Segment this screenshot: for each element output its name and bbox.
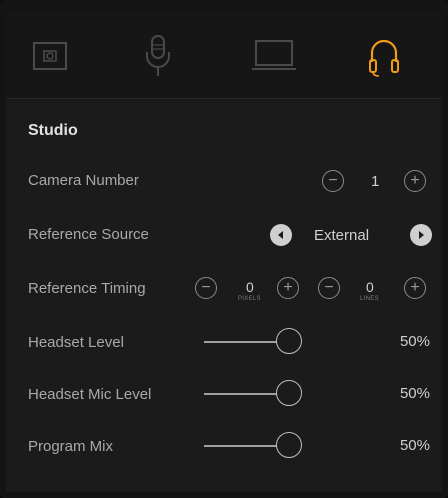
reference-source-value: External	[314, 227, 370, 244]
minus-icon: −	[324, 279, 334, 296]
program-mix-track[interactable]	[204, 445, 284, 447]
timing-lines-decrement-button[interactable]: −	[318, 277, 340, 299]
tab-bar	[6, 10, 442, 99]
tab-audio[interactable]	[134, 32, 182, 80]
timing-lines-value: 0	[366, 279, 374, 295]
timing-pixels-value: 0	[246, 279, 254, 295]
timing-lines-caption: LINES	[360, 296, 379, 302]
minus-icon: −	[328, 172, 338, 189]
plus-icon: +	[283, 279, 293, 296]
camera-number-label: Camera Number	[28, 172, 139, 189]
timing-pixels-caption: PIXELS	[238, 296, 261, 302]
reference-timing-label: Reference Timing	[28, 280, 146, 297]
plus-icon: +	[410, 172, 420, 189]
program-mix-thumb[interactable]	[276, 432, 302, 458]
program-mix-label: Program Mix	[28, 438, 114, 455]
camera-icon	[33, 42, 67, 70]
triangle-right-icon	[419, 231, 424, 239]
headphones-icon	[369, 39, 399, 77]
tab-studio[interactable]	[360, 32, 408, 80]
headset-level-thumb[interactable]	[276, 328, 302, 354]
camera-number-decrement-button[interactable]: −	[322, 170, 344, 192]
reference-source-label: Reference Source	[28, 226, 149, 243]
headset-level-label: Headset Level	[28, 334, 124, 351]
triangle-left-icon	[278, 231, 283, 239]
tab-camera[interactable]	[26, 32, 74, 80]
reference-source-next-button[interactable]	[410, 224, 432, 246]
headset-mic-level-value: 50%	[399, 385, 430, 402]
plus-icon: +	[410, 279, 420, 296]
timing-pixels-increment-button[interactable]: +	[277, 277, 299, 299]
timing-lines-increment-button[interactable]: +	[404, 277, 426, 299]
camera-number-increment-button[interactable]: +	[404, 170, 426, 192]
tab-display[interactable]	[250, 32, 298, 80]
minus-icon: −	[201, 279, 211, 296]
reference-source-prev-button[interactable]	[270, 224, 292, 246]
headset-level-track[interactable]	[204, 341, 284, 343]
monitor-icon	[252, 40, 296, 70]
section-title: Studio	[28, 122, 78, 139]
headset-mic-level-thumb[interactable]	[276, 380, 302, 406]
settings-window: Studio Camera Number − 1 + Reference Sou…	[0, 0, 448, 498]
headset-mic-level-label: Headset Mic Level	[28, 386, 152, 403]
headset-mic-level-track[interactable]	[204, 393, 284, 395]
headset-level-value: 50%	[399, 333, 430, 350]
timing-pixels-decrement-button[interactable]: −	[195, 277, 217, 299]
program-mix-value: 50%	[399, 437, 430, 454]
microphone-icon	[146, 35, 170, 76]
camera-number-value: 1	[371, 173, 380, 190]
